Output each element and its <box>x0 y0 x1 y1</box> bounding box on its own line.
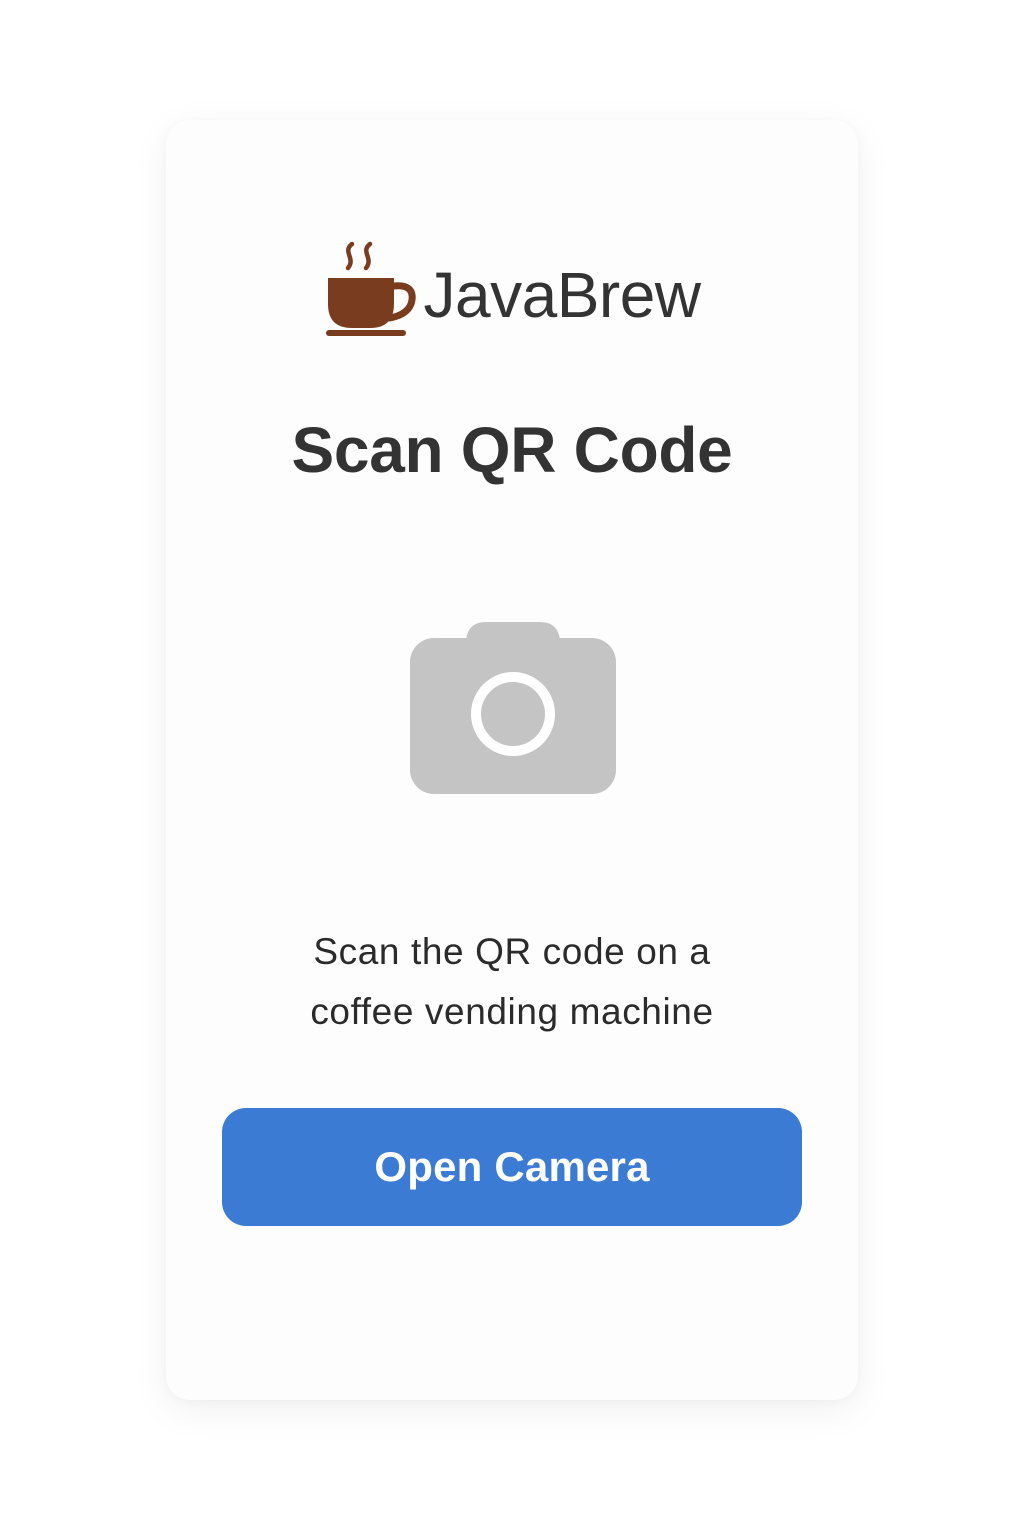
brand-header: JavaBrew <box>166 236 858 340</box>
coffee-cup-icon <box>325 241 416 336</box>
open-camera-button[interactable]: Open Camera <box>222 1108 802 1226</box>
instructions-line-2: coffee vending machine <box>310 991 714 1032</box>
scan-card: JavaBrew Scan QR Code Scan the QR code o… <box>166 120 858 1400</box>
scan-instructions: Scan the QR code on a coffee vending mac… <box>226 922 798 1042</box>
instructions-line-1: Scan the QR code on a <box>313 931 711 972</box>
brand-name: JavaBrew <box>423 259 702 331</box>
page-title: Scan QR Code <box>291 414 733 486</box>
camera-icon <box>410 622 616 794</box>
page: JavaBrew Scan QR Code Scan the QR code o… <box>0 0 1024 1536</box>
